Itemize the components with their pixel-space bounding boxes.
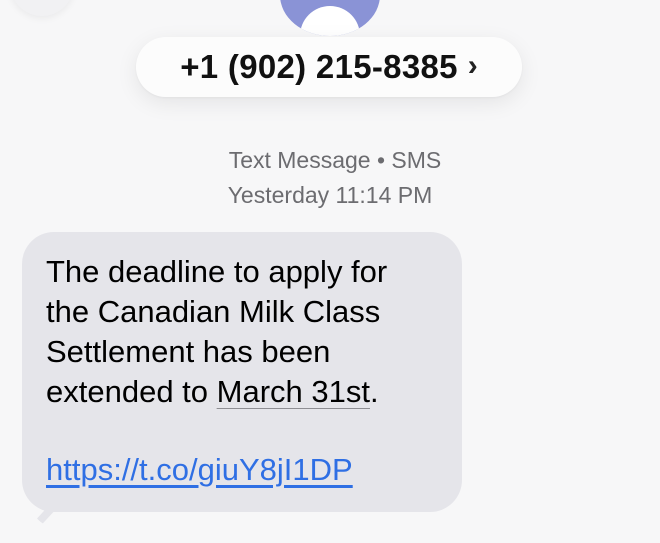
message-punctuation: . <box>369 374 379 409</box>
contact-avatar[interactable] <box>280 0 380 36</box>
chevron-right-icon: › <box>467 49 478 82</box>
message-body: The deadline to apply for the Canadian M… <box>46 252 440 412</box>
received-message-bubble[interactable]: The deadline to apply for the Canadian M… <box>22 232 462 512</box>
message-channel-label: Text Message • SMS <box>0 147 660 174</box>
message-timestamp: Yesterday 11:14 PM <box>227 182 433 208</box>
message-line: extended to <box>46 374 217 409</box>
message-url-link[interactable]: https://t.co/giuY8jI1DP <box>46 450 440 490</box>
message-line: The deadline to apply for <box>46 254 388 289</box>
channel-text: Text Message • SMS <box>228 147 442 173</box>
message-line: the Canadian Milk Class <box>46 294 381 329</box>
back-button[interactable] <box>10 0 74 16</box>
date-link[interactable]: March 31st <box>217 374 370 409</box>
contact-name: +1 (902) 215-8385 <box>180 48 458 85</box>
messages-screen: +1 (902) 215-8385 › Text Message • SMS Y… <box>0 0 660 543</box>
contact-header-button[interactable]: +1 (902) 215-8385 › <box>136 37 522 97</box>
message-line: Settlement has been <box>46 334 331 369</box>
person-silhouette-icon <box>300 6 360 36</box>
